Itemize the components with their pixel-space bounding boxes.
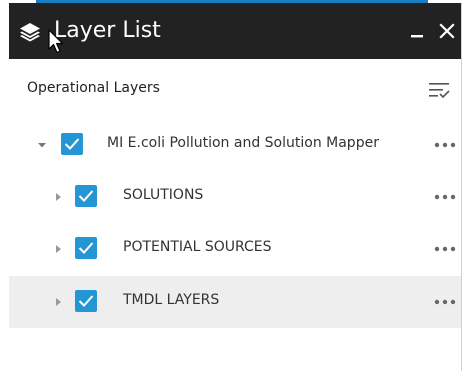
- layer-row-solutions[interactable]: SOLUTIONS: [9, 171, 461, 223]
- layers-icon: [20, 23, 40, 42]
- more-options-icon[interactable]: [432, 294, 458, 310]
- filter-icon[interactable]: [427, 79, 451, 101]
- checkmark-icon: [64, 138, 80, 150]
- layer-row-tmdl-layers[interactable]: TMDL LAYERS: [9, 276, 461, 328]
- layer-row-mi-ecoli[interactable]: MI E.coli Pollution and Solution Mapper: [9, 119, 461, 171]
- layer-label: POTENTIAL SOURCES: [123, 239, 272, 255]
- minimize-button[interactable]: [406, 18, 428, 44]
- layer-label: MI E.coli Pollution and Solution Mapper: [107, 135, 379, 151]
- chevron-down-icon[interactable]: [37, 140, 47, 150]
- layer-row-potential-sources[interactable]: POTENTIAL SOURCES: [9, 223, 461, 275]
- layer-visibility-checkbox[interactable]: [75, 185, 97, 207]
- layer-label: SOLUTIONS: [123, 187, 204, 203]
- layer-visibility-checkbox[interactable]: [61, 133, 83, 155]
- more-options-icon[interactable]: [432, 189, 458, 205]
- section-title: Operational Layers: [27, 80, 160, 96]
- mouse-cursor-icon: [48, 29, 64, 54]
- checkmark-icon: [78, 295, 94, 307]
- chevron-right-icon[interactable]: [53, 192, 63, 202]
- right-panel-edge: [461, 3, 470, 371]
- more-options-icon[interactable]: [432, 241, 458, 257]
- more-options-icon[interactable]: [432, 137, 458, 153]
- chevron-right-icon[interactable]: [53, 244, 63, 254]
- layer-list-panel: Layer List Operational Layers MI E.coli …: [9, 3, 461, 371]
- chevron-right-icon[interactable]: [53, 297, 63, 307]
- checkmark-icon: [78, 242, 94, 254]
- panel-title: Layer List: [54, 18, 161, 43]
- close-button[interactable]: [436, 18, 458, 44]
- layer-visibility-checkbox[interactable]: [75, 237, 97, 259]
- layer-visibility-checkbox[interactable]: [75, 290, 97, 312]
- operational-layers-header: Operational Layers: [9, 69, 461, 107]
- panel-titlebar[interactable]: Layer List: [9, 3, 461, 59]
- checkmark-icon: [78, 190, 94, 202]
- layer-label: TMDL LAYERS: [123, 292, 220, 308]
